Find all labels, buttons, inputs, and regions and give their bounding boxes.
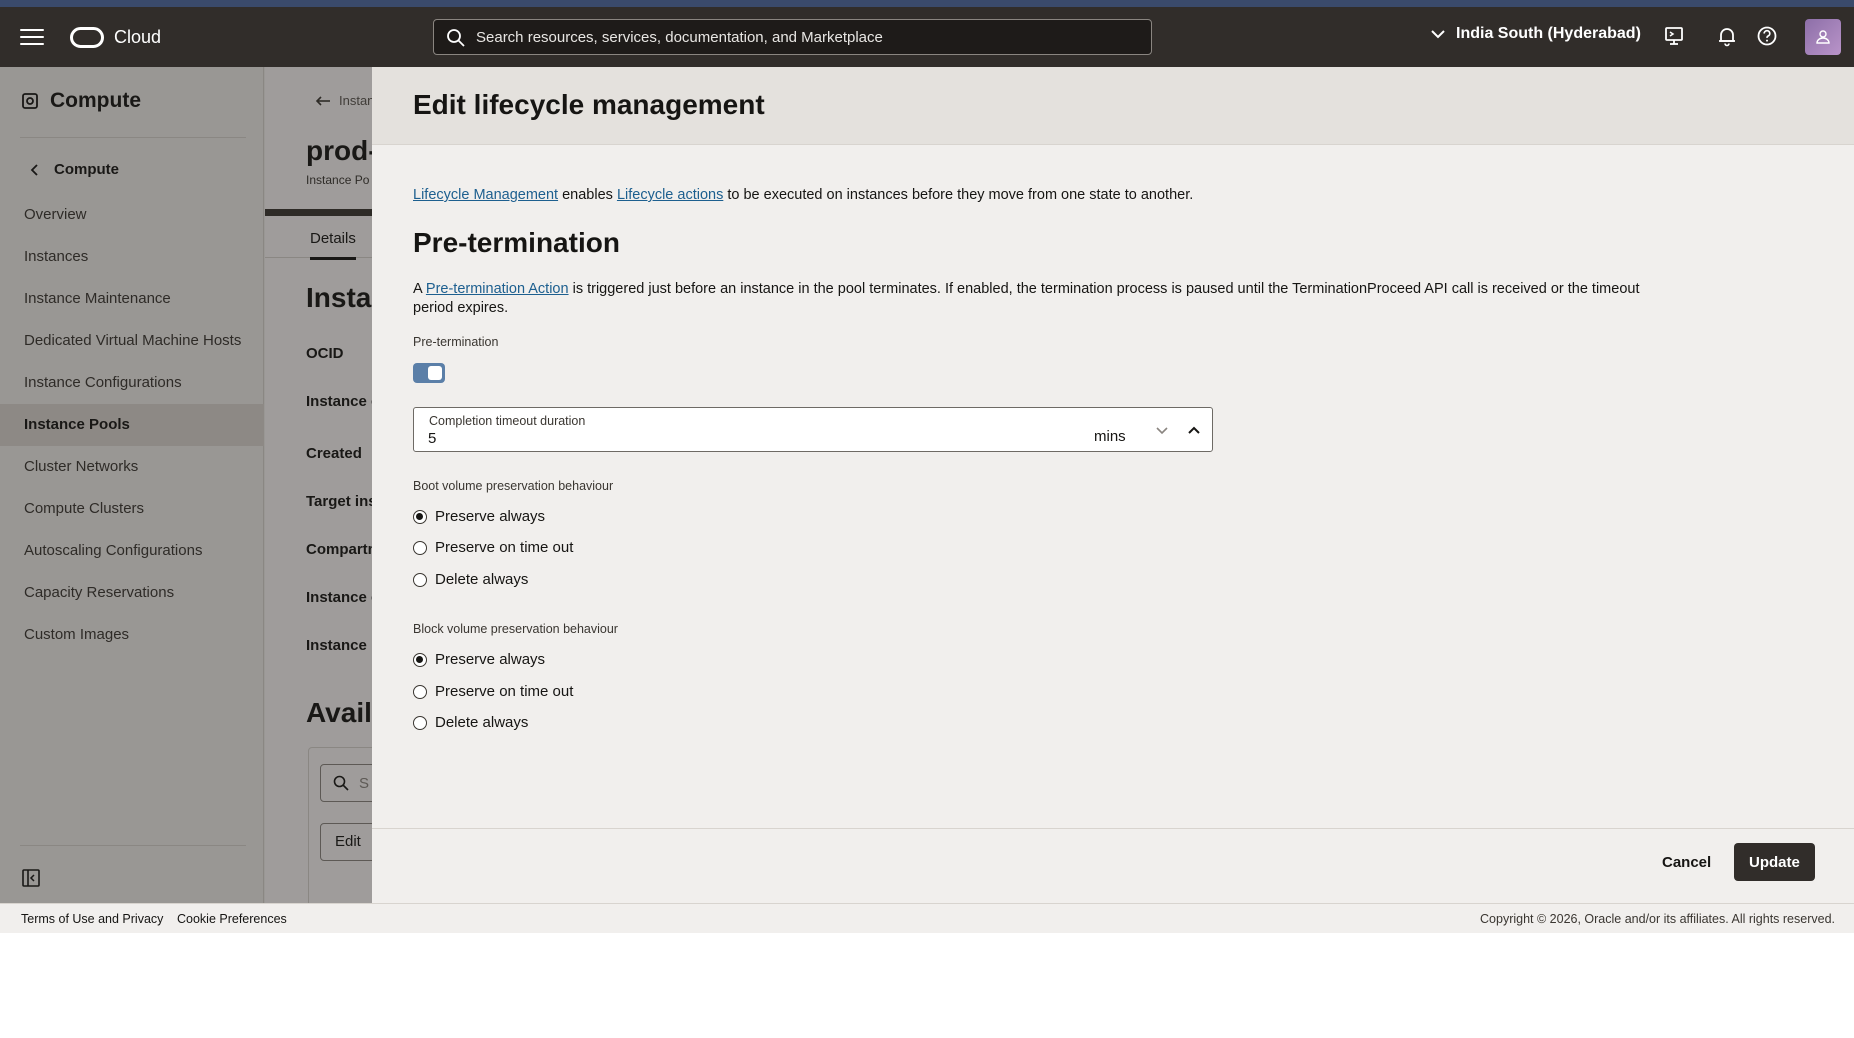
increment-chevron-up-icon[interactable] <box>1186 422 1202 438</box>
intro-text: Lifecycle Management enables Lifecycle a… <box>413 187 1193 203</box>
search-icon <box>447 29 465 47</box>
completion-timeout-field: Completion timeout duration mins <box>413 407 1213 452</box>
update-button[interactable]: Update <box>1734 843 1815 881</box>
edit-lifecycle-drawer: Edit lifecycle management Lifecycle Mana… <box>372 67 1854 903</box>
cancel-button[interactable]: Cancel <box>1650 843 1723 881</box>
intro-text-part2: to be executed on instances before they … <box>723 187 1194 203</box>
radio-selected-icon[interactable] <box>413 509 427 524</box>
drawer-footer: Cancel Update <box>372 828 1854 903</box>
drawer-title: Edit lifecycle management <box>413 89 765 120</box>
block-radio-delete-always[interactable]: Delete always <box>413 714 528 731</box>
cookie-preferences-link[interactable]: Cookie Preferences <box>177 912 287 926</box>
boot-volume-label: Boot volume preservation behaviour <box>413 479 614 493</box>
radio-unselected-icon[interactable] <box>413 540 427 555</box>
drawer-header: Edit lifecycle management <box>372 67 1854 145</box>
region-label: India South (Hyderabad) <box>1456 25 1641 42</box>
block-radio-preserve-on-timeout[interactable]: Preserve on time out <box>413 683 573 700</box>
brand-label[interactable]: Cloud <box>114 27 161 48</box>
pre-termination-description: A Pre-termination Action is triggered ju… <box>413 280 1673 318</box>
menu-icon[interactable] <box>20 29 44 47</box>
boot-radio-preserve-always[interactable]: Preserve always <box>413 508 545 525</box>
block-option-label: Preserve on time out <box>435 683 574 700</box>
chevron-down-icon <box>1431 30 1445 39</box>
help-icon[interactable] <box>1756 25 1778 47</box>
block-option-label: Delete always <box>435 714 529 731</box>
boot-radio-delete-always[interactable]: Delete always <box>413 571 528 588</box>
modal-backdrop[interactable] <box>0 67 372 903</box>
terms-link[interactable]: Terms of Use and Privacy <box>21 912 163 926</box>
user-icon <box>1816 30 1830 44</box>
block-volume-label: Block volume preservation behaviour <box>413 622 618 636</box>
region-selector[interactable]: India South (Hyderabad) <box>1430 25 1641 43</box>
lifecycle-actions-link[interactable]: Lifecycle actions <box>617 187 723 203</box>
global-search[interactable] <box>433 19 1152 55</box>
block-radio-preserve-always[interactable]: Preserve always <box>413 651 545 668</box>
cloud-shell-icon[interactable] <box>1663 25 1685 47</box>
global-header: Cloud India South (Hyderabad) <box>0 7 1854 67</box>
toggle-knob <box>428 366 442 380</box>
pre-termination-action-link[interactable]: Pre-termination Action <box>426 281 569 297</box>
user-avatar[interactable] <box>1805 19 1841 55</box>
copyright-text: Copyright © 2026, Oracle and/or its affi… <box>1480 912 1835 926</box>
block-option-label: Preserve always <box>435 651 546 668</box>
completion-timeout-label: Completion timeout duration <box>429 414 586 428</box>
radio-unselected-icon[interactable] <box>413 715 427 730</box>
description-text: is triggered just before an instance in … <box>413 281 1640 316</box>
console-app: Cloud India South (Hyderabad) Compute Co… <box>0 0 1854 933</box>
pre-termination-toggle[interactable] <box>413 363 445 383</box>
boot-option-label: Preserve on time out <box>435 539 574 556</box>
lifecycle-management-link[interactable]: Lifecycle Management <box>413 187 558 203</box>
radio-unselected-icon[interactable] <box>413 684 427 699</box>
oracle-logo-icon[interactable] <box>70 27 104 48</box>
boot-option-label: Delete always <box>435 571 529 588</box>
boot-radio-preserve-on-timeout[interactable]: Preserve on time out <box>413 539 573 556</box>
notifications-bell-icon[interactable] <box>1716 25 1738 47</box>
pre-termination-toggle-label: Pre-termination <box>413 335 499 349</box>
top-accent-strip <box>0 0 1854 7</box>
description-prefix: A <box>413 281 426 297</box>
timeout-unit: mins <box>1094 428 1126 445</box>
decrement-chevron-down-icon[interactable] <box>1154 422 1170 438</box>
radio-unselected-icon[interactable] <box>413 572 427 587</box>
radio-selected-icon[interactable] <box>413 652 427 667</box>
global-search-input[interactable] <box>476 20 1136 54</box>
completion-timeout-input[interactable] <box>428 429 1028 447</box>
page-footer: Terms of Use and Privacy Cookie Preferen… <box>0 903 1854 933</box>
boot-option-label: Preserve always <box>435 508 546 525</box>
intro-text-part1: enables <box>558 187 617 203</box>
pre-termination-heading: Pre-termination <box>413 227 620 258</box>
